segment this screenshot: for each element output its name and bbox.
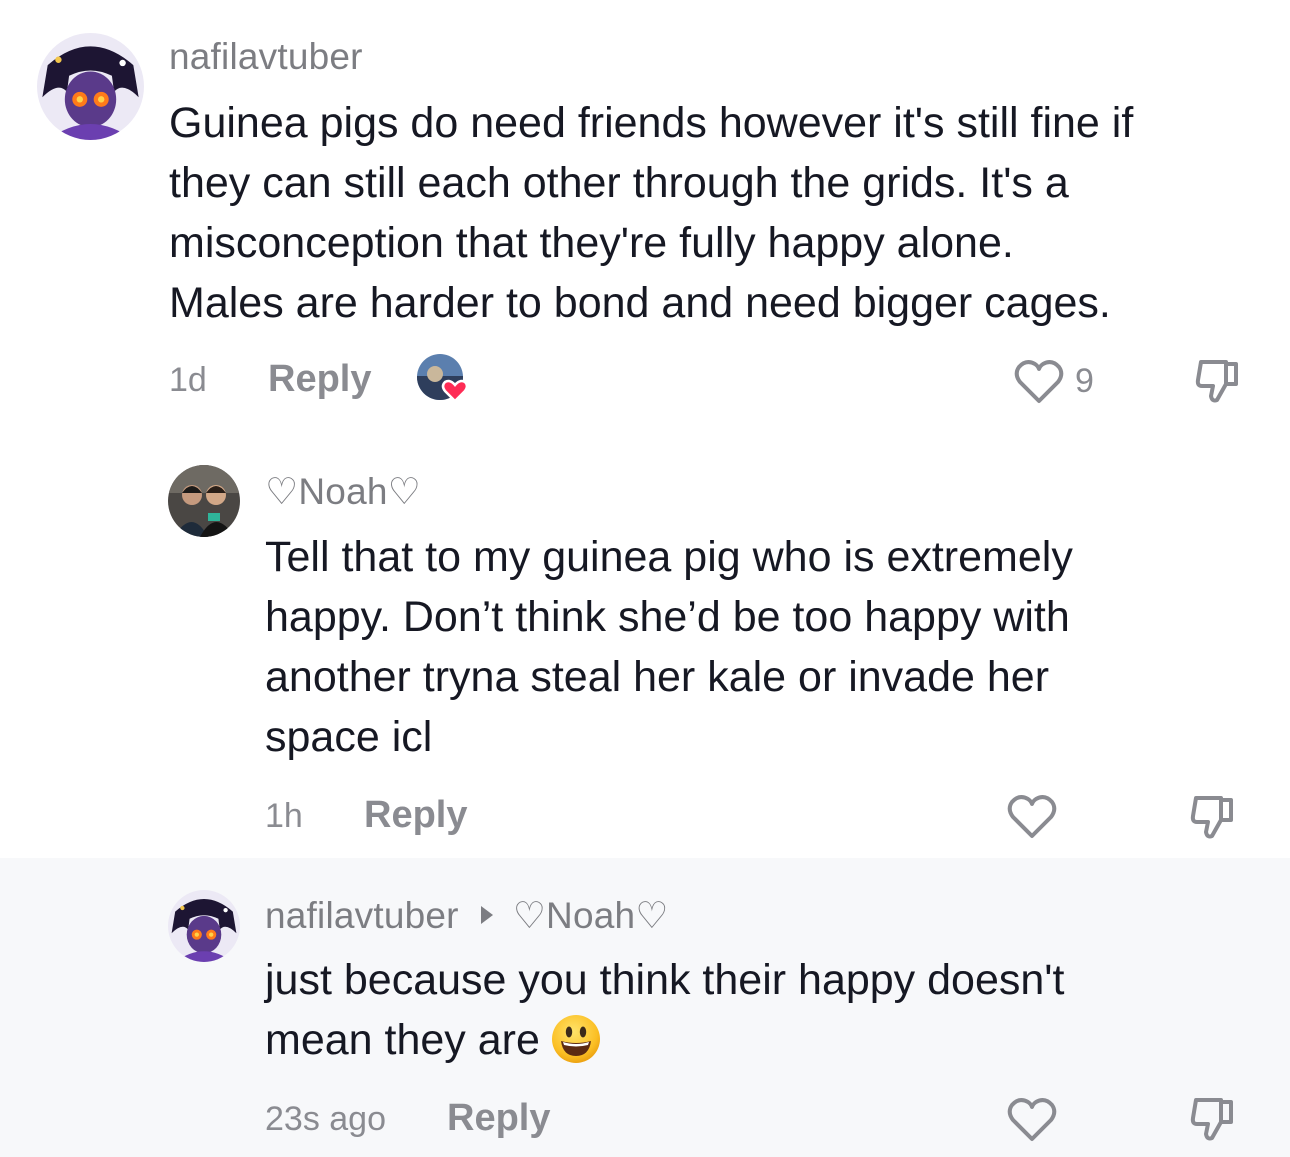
heart-outline-icon	[1007, 795, 1057, 838]
like-button[interactable]	[1013, 357, 1065, 405]
comment-text-line: another tryna steal her kale or invade h…	[265, 653, 1050, 701]
comment-text-line: Tell that to my guinea pig who is extrem…	[265, 533, 1073, 581]
comment-text-line: just because you think their happy doesn…	[265, 956, 1065, 1004]
comment-timestamp: 1h	[265, 797, 303, 835]
creator-heart-badge-icon	[417, 354, 469, 403]
dislike-button[interactable]	[1188, 792, 1238, 842]
comments-panel: nafilavtuber Guinea pigs do need friends…	[0, 0, 1290, 1157]
avatar-image	[37, 33, 144, 140]
avatar[interactable]	[168, 890, 240, 962]
like-button[interactable]	[1006, 1095, 1058, 1143]
comment-text-line: mean they are	[265, 1016, 540, 1064]
reply-button[interactable]: Reply	[447, 1097, 550, 1140]
comment-text-line: happy. Don’t think she’d be too happy wi…	[265, 593, 1070, 641]
thumbs-down-icon	[1190, 796, 1233, 839]
heart-outline-icon	[1014, 360, 1064, 403]
heart-outline-icon	[1007, 1098, 1057, 1141]
avatar-image	[168, 890, 240, 962]
avatar[interactable]	[168, 465, 240, 537]
reply-header: nafilavtuber ♡Noah♡	[265, 894, 669, 937]
comment-text: Tell that to my guinea pig who is extrem…	[265, 527, 1255, 767]
comment-text: just because you think their happy doesn…	[265, 950, 1255, 1070]
comment-text-line: space icl	[265, 713, 433, 761]
comment-text: Guinea pigs do need friends however it's…	[169, 93, 1259, 333]
dislike-button[interactable]	[1193, 356, 1243, 406]
comment-text-line: Guinea pigs do need friends however it's…	[169, 99, 1134, 147]
thumbs-down-icon	[1190, 1098, 1233, 1141]
avatar-image	[168, 465, 240, 537]
smiley-emoji-icon	[550, 1013, 602, 1065]
comment-text-line: Males are harder to bond and need bigger…	[169, 279, 1111, 327]
like-button[interactable]	[1006, 792, 1058, 840]
thumbs-down-icon	[1195, 360, 1238, 403]
comment-username[interactable]: ♡Noah♡	[265, 470, 421, 513]
comment-text-line: they can still each other through the gr…	[169, 159, 1069, 207]
reply-button[interactable]: Reply	[364, 794, 467, 837]
comment-username[interactable]: nafilavtuber	[265, 895, 459, 936]
creator-liked-badge	[417, 354, 469, 404]
avatar[interactable]	[37, 33, 144, 140]
like-count: 9	[1075, 362, 1094, 400]
comment-timestamp: 1d	[169, 361, 207, 399]
comment-text-line: misconception that they're fully happy a…	[169, 219, 1014, 267]
reply-button[interactable]: Reply	[268, 358, 371, 401]
reply-to-arrow-icon	[480, 906, 493, 925]
reply-to-username[interactable]: ♡Noah♡	[513, 895, 669, 936]
comment-timestamp: 23s ago	[265, 1100, 386, 1138]
dislike-button[interactable]	[1188, 1094, 1238, 1144]
comment-username[interactable]: nafilavtuber	[169, 36, 363, 78]
